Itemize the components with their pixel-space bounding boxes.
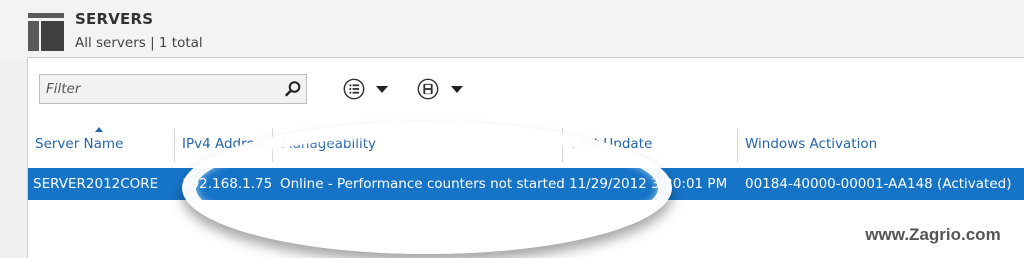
server-count-subtitle: All servers | 1 total (75, 35, 203, 51)
list-options-icon (343, 78, 365, 100)
column-header-ipv4[interactable]: IPv4 Address (182, 124, 269, 164)
column-divider[interactable] (562, 128, 563, 162)
page-title: SERVERS (75, 10, 154, 28)
column-headers: Server Name IPv4 Address Manageability L… (28, 124, 1024, 164)
column-header-server-name[interactable]: Server Name (35, 124, 123, 164)
server-stack-icon (28, 13, 64, 51)
cell-last-update: 11/29/2012 3:20:01 PM (569, 176, 728, 192)
column-header-windows-activation[interactable]: Windows Activation (745, 124, 877, 164)
column-header-last-update[interactable]: Last Update (571, 124, 652, 164)
table-row[interactable]: SERVER2012CORE 192.168.1.75 Online - Per… (28, 168, 1024, 200)
cell-windows-activation: 00184-40000-00001-AA148 (Activated) (745, 176, 1012, 192)
watermark: www.Zagrio.com (842, 218, 1024, 251)
chevron-down-icon (376, 86, 388, 93)
filter-input[interactable] (40, 75, 284, 103)
column-divider[interactable] (737, 128, 738, 162)
cell-server-name: SERVER2012CORE (33, 176, 159, 192)
column-divider[interactable] (272, 128, 273, 162)
list-options-button[interactable] (342, 76, 394, 102)
column-header-manageability[interactable]: Manageability (281, 124, 376, 164)
save-icon (417, 78, 439, 100)
filter-box (39, 74, 307, 104)
column-divider[interactable] (174, 128, 175, 162)
cell-ipv4: 192.168.1.75 (182, 176, 273, 192)
servers-header: SERVERS All servers | 1 total (0, 0, 1024, 60)
save-query-button[interactable] (416, 76, 468, 102)
search-icon[interactable] (284, 80, 302, 98)
cell-manageability: Online - Performance counters not starte… (280, 176, 565, 192)
chevron-down-icon (451, 86, 463, 93)
